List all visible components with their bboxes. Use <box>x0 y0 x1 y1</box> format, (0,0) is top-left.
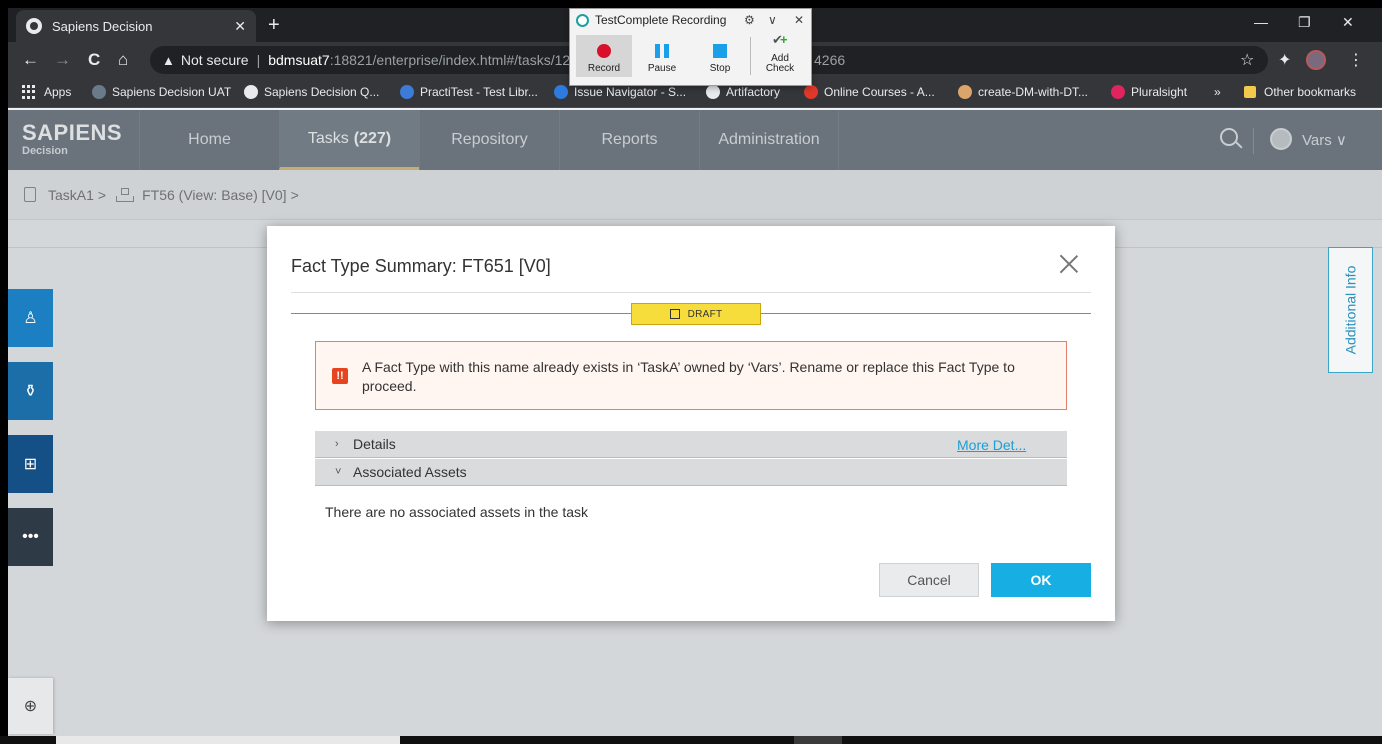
new-tab-button[interactable]: + <box>268 14 280 37</box>
section-associated-assets[interactable]: ˅ Associated Assets <box>315 459 1067 486</box>
close-icon[interactable]: ✕ <box>794 13 804 27</box>
zoom-in-icon: ⊕ <box>23 698 38 715</box>
side-button-test[interactable]: ⚱ <box>8 362 53 420</box>
add-check-button[interactable]: Add Check <box>752 35 808 77</box>
tab-close-icon[interactable]: ✕ <box>234 18 246 35</box>
browser-tab[interactable]: Sapiens Decision ✕ <box>16 10 256 42</box>
globe-icon <box>244 85 258 99</box>
other-bookmarks[interactable]: Other bookmarks <box>1244 85 1356 99</box>
zoom-button[interactable]: ⊕ <box>8 678 53 734</box>
extensions-icon[interactable]: ✦ <box>1278 50 1291 70</box>
jira-icon <box>554 85 568 99</box>
bookmark-item[interactable]: Artifactory <box>706 85 780 99</box>
bookmark-item[interactable]: Sapiens Decision UAT <box>92 85 231 99</box>
window-close-icon[interactable]: ✕ <box>1342 14 1354 31</box>
bookmark-star-icon[interactable]: ☆ <box>1240 50 1254 70</box>
restore-icon[interactable]: ❐ <box>1298 14 1311 31</box>
reload-icon[interactable]: C <box>88 50 100 70</box>
url-path: :18821/enterprise/index.html#/tasks/12 <box>329 52 571 68</box>
url-host: bdmsuat7 <box>268 52 330 68</box>
hierarchy-icon: ⊞ <box>23 456 38 473</box>
additional-info-tab[interactable]: Additional Info <box>1328 247 1373 373</box>
pluralsight-icon <box>1111 85 1125 99</box>
chevron-down-icon[interactable]: ∨ <box>768 13 777 27</box>
side-button-hierarchy[interactable]: ⊞ <box>8 435 53 493</box>
recorder-title: TestComplete Recording <box>595 13 727 27</box>
more-details-link[interactable]: More Det... <box>957 437 1026 453</box>
bookmark-icon <box>92 85 106 99</box>
error-message: !! A Fact Type with this name already ex… <box>315 341 1067 410</box>
os-taskbar <box>0 736 1382 744</box>
record-icon <box>597 44 611 58</box>
avatar-icon <box>958 85 972 99</box>
user-icon: ♙ <box>23 310 38 327</box>
bookmark-item[interactable]: Online Courses - A... <box>804 85 935 99</box>
settings-gear-icon[interactable]: ⚙ <box>744 13 755 27</box>
globe-icon <box>706 85 720 99</box>
side-button-more[interactable]: ••• <box>8 508 53 566</box>
security-label: Not secure <box>180 52 249 68</box>
side-button-user[interactable]: ♙ <box>8 289 53 347</box>
profile-avatar[interactable] <box>1306 50 1326 70</box>
bookmark-item[interactable]: Pluralsight <box>1111 85 1187 99</box>
screen: Sapiens Decision ✕ + — ❐ ✕ ← → C ⌂ ▲ Not… <box>8 8 1382 744</box>
more-bookmarks-button[interactable]: » <box>1214 85 1221 99</box>
globe-icon <box>26 18 42 34</box>
minimize-icon[interactable]: — <box>1254 14 1268 30</box>
record-button[interactable]: Record <box>576 35 632 77</box>
stop-button[interactable]: Stop <box>692 35 748 77</box>
practitest-icon <box>400 85 414 99</box>
apps-grid-icon <box>22 85 36 99</box>
chevron-down-icon: ˅ <box>335 466 342 478</box>
folder-icon <box>1244 86 1256 98</box>
more-icon: ••• <box>22 528 39 545</box>
udemy-icon <box>804 85 818 99</box>
error-icon: !! <box>332 368 348 384</box>
section-details[interactable]: › Details <box>315 431 1067 458</box>
bookmark-apps[interactable]: Apps <box>22 85 71 99</box>
bookmark-item[interactable]: Issue Navigator - S... <box>554 85 686 99</box>
test-tube-icon: ⚱ <box>23 383 38 400</box>
fact-type-summary-dialog: Fact Type Summary: FT651 [V0] DRAFT !! A… <box>267 226 1115 621</box>
cancel-button[interactable]: Cancel <box>879 563 979 597</box>
status-badge: DRAFT <box>631 303 761 325</box>
url-tail: 4266 <box>814 52 846 68</box>
menu-icon[interactable]: ⋮ <box>1348 50 1364 70</box>
add-check-icon <box>772 35 788 53</box>
home-icon[interactable]: ⌂ <box>118 50 128 70</box>
bookmark-item[interactable]: PractiTest - Test Libr... <box>400 85 538 99</box>
dialog-title: Fact Type Summary: FT651 [V0] <box>291 256 551 276</box>
bookmark-item[interactable]: Sapiens Decision Q... <box>244 85 379 99</box>
tab-title: Sapiens Decision <box>52 18 153 34</box>
pause-icon <box>655 44 669 58</box>
chevron-right-icon: › <box>335 438 339 450</box>
close-icon[interactable] <box>1059 254 1079 274</box>
pause-button[interactable]: Pause <box>634 35 690 77</box>
back-icon[interactable]: ← <box>22 50 39 70</box>
edit-icon <box>669 309 680 319</box>
testcomplete-recorder: TestComplete Recording ⚙ ∨ ✕ Record Paus… <box>569 8 812 86</box>
warning-icon: ▲ <box>162 52 175 68</box>
no-assets-message: There are no associated assets in the ta… <box>325 504 589 520</box>
ok-button[interactable]: OK <box>991 563 1091 597</box>
stop-icon <box>713 44 727 58</box>
forward-icon[interactable]: → <box>54 50 71 70</box>
bookmark-item[interactable]: create-DM-with-DT... <box>958 85 1088 99</box>
testcomplete-logo-icon <box>576 13 589 27</box>
